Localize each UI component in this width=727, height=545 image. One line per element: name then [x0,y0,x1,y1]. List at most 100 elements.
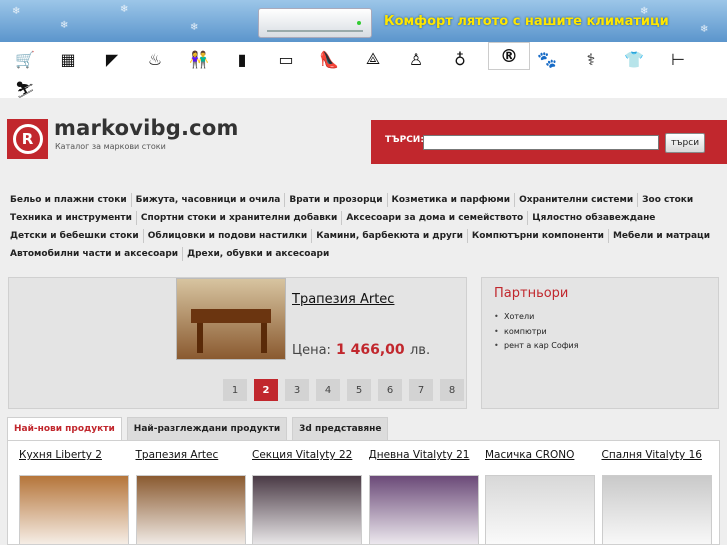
product-name[interactable]: Масичка CRONO [485,449,597,465]
product-image[interactable] [135,475,246,544]
category-link[interactable]: Облицовки и подови настилки [144,229,313,243]
air-conditioner-image [258,8,372,38]
featured-product-panel: Трапезия Artec Цена: 1 466,00 лв. 123456… [8,277,467,409]
category-link[interactable]: Охранителни системи [515,193,639,207]
category-link[interactable]: Бельо и плажни стоки [6,193,132,207]
snowflake-icon: ❄ [12,6,21,17]
snowflake-icon: ❄ [700,24,709,35]
category-row: Техника и инструменти Спортни стоки и хра… [6,209,727,227]
door-icon[interactable]: ▮ [229,48,255,70]
featured-product-title[interactable]: Трапезия Artec [292,292,394,307]
category-link[interactable]: Зоо стоки [638,193,697,207]
tab-2[interactable]: Най-разглеждани продукти [126,417,288,441]
logo-title[interactable]: markovibg.com [54,116,239,140]
tshirt-icon[interactable]: 👕 [621,48,647,70]
product-image[interactable] [368,475,479,544]
caduceus-icon[interactable]: ⚕ [578,48,604,70]
category-nav: Бельо и плажни стоки Бижута, часовници и … [6,191,727,263]
snowflake-icon: ❄ [190,22,199,33]
paw-icon[interactable]: 🐾 [534,48,560,70]
page-button[interactable]: 6 [378,379,402,401]
product-tabs: Най-нови продукти Най-разглеждани продукт… [7,417,389,441]
top-banner[interactable]: ❄ ❄ ❄ ❄ ❄ ❄ Комфорт лятото с нашите клим… [0,0,727,42]
category-link[interactable]: Техника и инструменти [6,211,137,225]
registered-icon: R [12,124,43,154]
category-link[interactable]: Козметика и парфюми [388,193,516,207]
tab-1[interactable]: Най-нови продукти [7,417,122,441]
search-input[interactable] [423,135,659,150]
chair-icon[interactable]: ♙ [403,48,429,70]
product-name[interactable]: Дневна Vitalyty 21 [369,449,481,465]
category-link[interactable]: Врати и прозорци [285,193,388,207]
category-row: Автомобилни части и аксесоари Дрехи, обув… [6,245,727,263]
product-grid: Кухня Liberty 2 Трапезия Artec Секция Vita… [7,440,720,545]
category-link[interactable]: Компютърни компоненти [468,229,609,243]
price-label: Цена: [292,343,331,358]
tripod-icon[interactable]: ⟁ [360,48,386,70]
product-image[interactable] [252,475,362,544]
partner-link[interactable]: компютри [494,325,579,340]
page-button[interactable]: 2 [254,379,278,401]
camera-icon[interactable]: ◤ [99,48,125,70]
category-link[interactable]: Камини, барбекюта и други [312,229,468,243]
site-header: R markovibg.com Каталог за маркови стоки… [0,98,727,186]
price-currency: лв. [410,343,431,358]
registered-icon[interactable]: ® [488,42,530,70]
search-label: ТЪРСИ: [385,135,424,145]
pendant-icon[interactable]: ♁ [447,48,473,70]
category-link[interactable]: Бижута, часовници и очила [132,193,286,207]
featured-product-image[interactable] [176,278,286,360]
page-button[interactable]: 1 [223,379,247,401]
logo-mark[interactable]: R [7,119,48,159]
search-button[interactable]: търси [665,133,705,153]
product-name[interactable]: Спалня Vitalyty 16 [602,449,714,465]
cart-icon[interactable]: 🛒 [12,48,38,70]
category-link[interactable]: Мебели и матраци [609,229,714,243]
page-button[interactable]: 8 [440,379,464,401]
shoe-icon[interactable]: 👠 [316,48,342,70]
car-icon[interactable]: ▭ [273,48,299,70]
category-link[interactable]: Автомобилни части и аксесоари [6,247,184,261]
product-card[interactable]: Спалня Vitalyty 16 [601,449,714,544]
product-card[interactable]: Дневна Vitalyty 21 [368,449,481,544]
featured-price: 1 466,00 [336,342,405,358]
product-name[interactable]: Кухня Liberty 2 [19,449,131,465]
partners-panel: Партньори Хотеликомпютрирент а кар София [481,277,719,409]
category-link[interactable]: Дрехи, обувки и аксесоари [183,247,333,261]
category-link[interactable]: Детски и бебешки стоки [6,229,144,243]
page-button[interactable]: 7 [409,379,433,401]
partner-link[interactable]: Хотели [494,310,579,325]
product-card[interactable]: Трапезия Artec [135,449,248,544]
tab-3[interactable]: 3d представяне [292,417,389,441]
page-button[interactable]: 5 [347,379,371,401]
product-card[interactable]: Кухня Liberty 2 [19,449,131,544]
partners-list: Хотеликомпютрирент а кар София [494,310,579,354]
pager: 12345678 [223,379,464,401]
search-box: ТЪРСИ: търси [371,120,727,164]
snowflake-icon: ❄ [120,4,129,15]
page-button[interactable]: 3 [285,379,309,401]
category-icon-strip: 🛒▦◤♨👫▮▭👠⟁♙♁♜®🐾⚕👕⊢⛷ [0,42,727,100]
category-row: Бельо и плажни стоки Бижута, часовници и … [6,191,727,209]
banner-text: Комфорт лятото с нашите климатици [384,14,669,29]
product-image[interactable] [485,475,595,544]
category-link[interactable]: Цялостно обзавеждане [528,211,659,225]
product-image[interactable] [601,475,712,544]
category-link[interactable]: Аксесоари за дома и семейството [342,211,529,225]
category-link[interactable]: Спортни стоки и хранителни добавки [137,211,343,225]
building-icon[interactable]: ▦ [55,48,81,70]
product-image[interactable] [19,475,129,544]
sauna-icon[interactable]: ♨ [142,48,168,70]
partners-title: Партньори [494,286,569,301]
product-name[interactable]: Трапезия Artec [136,449,248,465]
partner-link[interactable]: рент а кар София [494,339,579,354]
people-icon[interactable]: 👫 [186,48,212,70]
snowflake-icon: ❄ [60,20,69,31]
doorhandle-icon[interactable]: ⊢ [665,48,691,70]
page-button[interactable]: 4 [316,379,340,401]
product-card[interactable]: Секция Vitalyty 22 [252,449,364,544]
logo-subtitle: Каталог за маркови стоки [55,142,166,151]
runner-icon[interactable]: ⛷ [12,78,38,100]
product-name[interactable]: Секция Vitalyty 22 [252,449,364,465]
product-card[interactable]: Масичка CRONO [485,449,597,544]
